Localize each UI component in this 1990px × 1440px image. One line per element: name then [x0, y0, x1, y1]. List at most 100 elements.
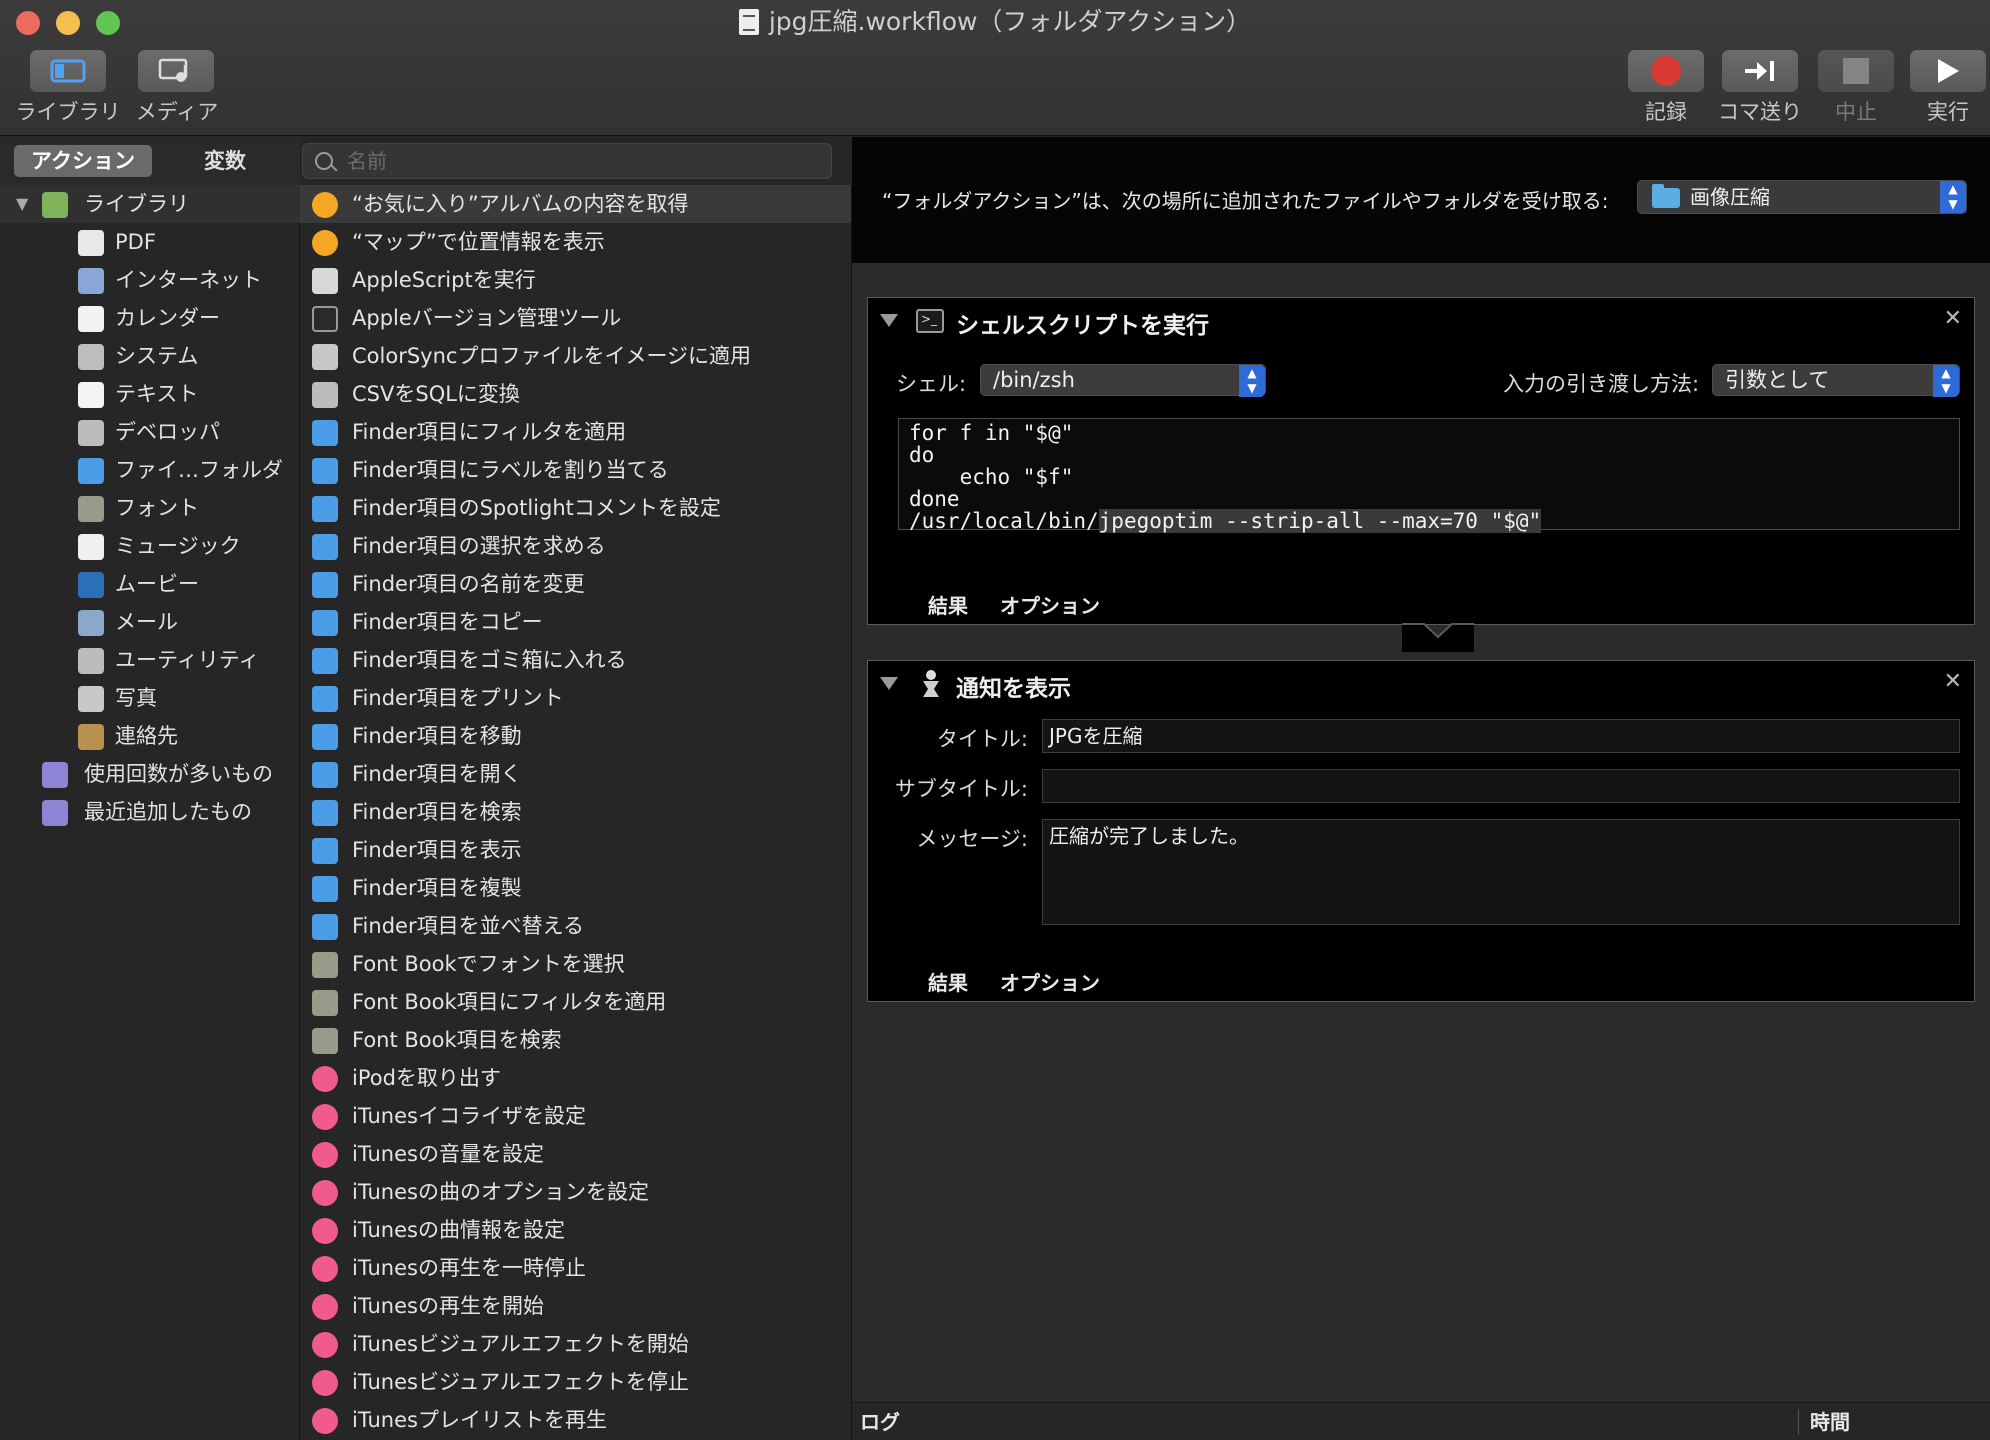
chevron-updown-icon: ▲ ▼	[1940, 181, 1966, 213]
action-list-item[interactable]: iTunesの再生を一時停止	[300, 1249, 851, 1287]
search-field[interactable]	[302, 143, 832, 179]
action-list-item[interactable]: CSVをSQLに変換	[300, 375, 851, 413]
sidebar-item-category[interactable]: ▼ ライブラリ	[0, 185, 300, 223]
action-list-item[interactable]: iTunesの曲情報を設定	[300, 1211, 851, 1249]
sidebar-item-category[interactable]: テキスト	[0, 375, 300, 413]
finder-icon	[312, 762, 338, 788]
close-action-icon[interactable]: ✕	[1944, 306, 1962, 331]
sidebar-item-category[interactable]: メール	[0, 603, 300, 641]
action-list-item[interactable]: iTunesの曲のオプションを設定	[300, 1173, 851, 1211]
stop-button[interactable]	[1818, 50, 1894, 92]
action-list-item[interactable]: Finder項目にラベルを割り当てる	[300, 451, 851, 489]
action-list-item[interactable]: Finder項目の選択を求める	[300, 527, 851, 565]
sidebar-item-label: ライブラリ	[84, 192, 189, 216]
folder-select[interactable]: 画像圧縮 ▲ ▼	[1637, 180, 1967, 214]
action-list-item[interactable]: Finder項目を複製	[300, 869, 851, 907]
action-list-item[interactable]: iTunesビジュアルエフェクトを停止	[300, 1363, 851, 1401]
action-list-item[interactable]: iTunesイコライザを設定	[300, 1097, 851, 1135]
action-list-item[interactable]: Finder項目をゴミ箱に入れる	[300, 641, 851, 679]
step-button[interactable]	[1722, 50, 1798, 92]
library-button[interactable]	[30, 50, 106, 92]
action-list-item[interactable]: Finder項目を検索	[300, 793, 851, 831]
time-column[interactable]: 時間	[1810, 1403, 1850, 1440]
action-list-item[interactable]: Finder項目の名前を変更	[300, 565, 851, 603]
stop-icon	[1843, 58, 1869, 84]
sidebar-item-category[interactable]: 使用回数が多いもの	[0, 755, 300, 793]
sidebar-item-category[interactable]: ファイ…フォルダ	[0, 451, 300, 489]
disclosure-triangle-icon[interactable]: ▼	[16, 185, 28, 223]
run-button[interactable]	[1910, 50, 1986, 92]
sidebar-item-category[interactable]: ムービー	[0, 565, 300, 603]
disclosure-triangle-icon[interactable]	[880, 314, 898, 327]
action-list-item[interactable]: Font Bookでフォントを選択	[300, 945, 851, 983]
action-list-item[interactable]: iTunesプレイリストを再生	[300, 1401, 851, 1439]
search-input[interactable]	[347, 146, 817, 176]
sidebar-item-category[interactable]: ミュージック	[0, 527, 300, 565]
log-column[interactable]: ログ	[860, 1403, 900, 1440]
notify-message-label: メッセージ:	[916, 827, 1028, 851]
notify-subtitle-field[interactable]	[1042, 769, 1960, 803]
notify-message-field[interactable]: 圧縮が完了しました。	[1042, 819, 1960, 925]
media-button[interactable]	[138, 50, 214, 92]
action-list-item[interactable]: Finder項目にフィルタを適用	[300, 413, 851, 451]
window-title: jpg圧縮.workflow（フォルダアクション）	[0, 4, 1990, 40]
action-list-item[interactable]: Finder項目を移動	[300, 717, 851, 755]
shell-results-tab[interactable]: 結果	[928, 590, 968, 619]
input-method-popup[interactable]: 引数として ▲ ▼	[1712, 364, 1960, 397]
action-label: CSVをSQLに変換	[352, 382, 520, 406]
shell-popup[interactable]: /bin/zsh ▲ ▼	[980, 364, 1266, 397]
sidebar-item-label: ユーティリティ	[115, 648, 260, 672]
action-label: Finder項目の名前を変更	[352, 572, 585, 596]
action-list-item[interactable]: iTunesビジュアルエフェクトを開始	[300, 1325, 851, 1363]
photos-icon	[312, 192, 338, 218]
sidebar-item-category[interactable]: 最近追加したもの	[0, 793, 300, 831]
shell-options-tab[interactable]: オプション	[1000, 590, 1100, 619]
action-list-item[interactable]: Finder項目のSpotlightコメントを設定	[300, 489, 851, 527]
sidebar-item-category[interactable]: カレンダー	[0, 299, 300, 337]
action-list-item[interactable]: Finder項目をコピー	[300, 603, 851, 641]
action-list-item[interactable]: iTunesの再生を開始	[300, 1287, 851, 1325]
action-list-item[interactable]: Font Book項目にフィルタを適用	[300, 983, 851, 1021]
notify-results-tab[interactable]: 結果	[928, 967, 968, 996]
contacts-icon	[78, 724, 104, 750]
notify-title-field[interactable]: JPGを圧縮	[1042, 719, 1960, 753]
category-list: ▼ ライブラリ PDF インターネット カレンダー システム テキストデベロッパファイ…フォ…	[0, 185, 300, 1440]
close-action-icon[interactable]: ✕	[1944, 669, 1962, 694]
step-button-label: コマ送り	[1718, 100, 1802, 124]
sidebar-item-category[interactable]: システム	[0, 337, 300, 375]
sidebar-item-category[interactable]: ユーティリティ	[0, 641, 300, 679]
action-list-item[interactable]: Appleバージョン管理ツール	[300, 299, 851, 337]
sidebar-item-category[interactable]: PDF	[0, 223, 300, 261]
action-list-item[interactable]: ColorSyncプロファイルをイメージに適用	[300, 337, 851, 375]
action-list-item[interactable]: AppleScriptを実行	[300, 261, 851, 299]
run-button-label: 実行	[1927, 100, 1969, 124]
action-list-item[interactable]: iPodを取り出す	[300, 1059, 851, 1097]
action-label: iTunesの再生を一時停止	[352, 1256, 586, 1280]
action-list-item[interactable]: Finder項目を表示	[300, 831, 851, 869]
disclosure-triangle-icon[interactable]	[880, 677, 898, 690]
action-list-item[interactable]: Font Book項目を検索	[300, 1021, 851, 1059]
sidebar-item-category[interactable]: インターネット	[0, 261, 300, 299]
sidebar-item-category[interactable]: デベロッパ	[0, 413, 300, 451]
action-list-item[interactable]: iTunesの音量を設定	[300, 1135, 851, 1173]
script-editor[interactable]: for f in "$@" do echo "$f" done/usr/local/…	[898, 418, 1960, 533]
colorsync-icon	[312, 344, 338, 370]
sidebar-item-category[interactable]: 連絡先	[0, 717, 300, 755]
action-list-item[interactable]: Finder項目を並べ替える	[300, 907, 851, 945]
action-list-item[interactable]: Finder項目を開く	[300, 755, 851, 793]
action-list-item[interactable]: “マップ”で位置情報を表示	[300, 223, 851, 261]
action-label: Font Book項目を検索	[352, 1028, 562, 1052]
folder-action-label: “フォルダアクション”は、次の場所に追加されたファイルやフォルダを受け取る:	[882, 189, 1609, 213]
record-button[interactable]	[1628, 50, 1704, 92]
action-list-item[interactable]: “お気に入り”アルバムの内容を取得	[300, 185, 851, 223]
action-label: Font Book項目にフィルタを適用	[352, 990, 667, 1014]
action-list-item[interactable]: Finder項目をプリント	[300, 679, 851, 717]
notify-options-tab[interactable]: オプション	[1000, 967, 1100, 996]
tab-actions[interactable]: アクション	[14, 145, 152, 177]
pdf-icon	[78, 230, 104, 256]
tab-variables[interactable]: 変数	[190, 145, 260, 177]
sidebar-item-label: デベロッパ	[115, 420, 220, 444]
sidebar-item-category[interactable]: 写真	[0, 679, 300, 717]
sidebar-item-category[interactable]: フォント	[0, 489, 300, 527]
sidebar-item-label: PDF	[115, 230, 156, 254]
